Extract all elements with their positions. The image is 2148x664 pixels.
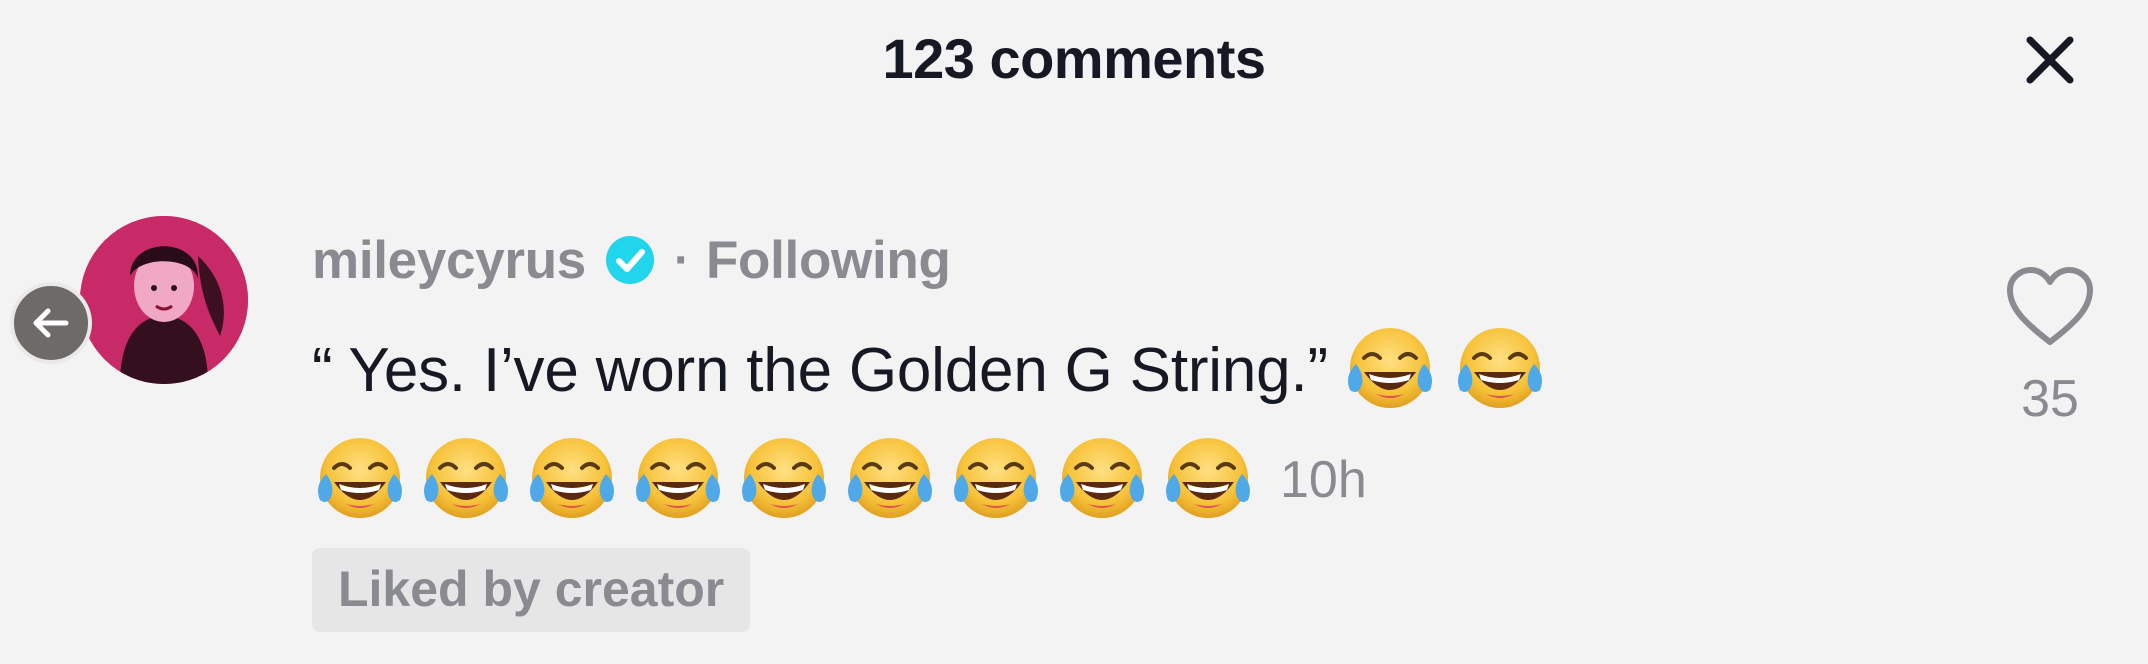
face-with-tears-of-joy-icon (1160, 432, 1256, 528)
following-status: Following (705, 230, 951, 290)
face-with-tears-of-joy-icon (1342, 322, 1438, 418)
face-with-tears-of-joy-icon (630, 432, 726, 528)
face-with-tears-of-joy-icon (418, 432, 514, 528)
comment-item: mileycyrus · Following “ Yes. I’ve worn … (312, 220, 1932, 632)
comment-text-line: “ Yes. I’ve worn the Golden G String.” (312, 320, 1932, 420)
comment-timestamp: 10h (1280, 451, 1367, 509)
like-control: 35 (2000, 264, 2100, 429)
face-with-tears-of-joy-icon (312, 432, 408, 528)
face-with-tears-of-joy-icon (842, 432, 938, 528)
face-with-tears-of-joy-icon (1452, 322, 1548, 418)
comments-panel: 123 comments mileycyrus · Following “ Ye… (0, 0, 2148, 664)
comment-emoji-line: 10h (312, 430, 1932, 530)
heart-outline-icon[interactable] (2004, 264, 2096, 348)
meta-separator: · (673, 233, 690, 287)
comment-username[interactable]: mileycyrus (312, 230, 586, 291)
verified-badge-icon (602, 232, 658, 288)
face-with-tears-of-joy-icon (948, 432, 1044, 528)
comments-count-title: 123 comments (882, 27, 1266, 90)
face-with-tears-of-joy-icon (1054, 432, 1150, 528)
liked-by-creator-badge: Liked by creator (312, 548, 751, 632)
comment-text: “ Yes. I’ve worn the Golden G String.” (312, 335, 1328, 405)
face-with-tears-of-joy-icon (736, 432, 832, 528)
arrow-left-icon (33, 308, 69, 338)
like-count: 35 (2021, 370, 2079, 428)
comment-meta: mileycyrus · Following (312, 220, 1932, 300)
back-button[interactable] (10, 282, 92, 364)
face-with-tears-of-joy-icon (524, 432, 620, 528)
avatar[interactable] (80, 216, 248, 384)
close-icon[interactable] (2020, 30, 2080, 90)
